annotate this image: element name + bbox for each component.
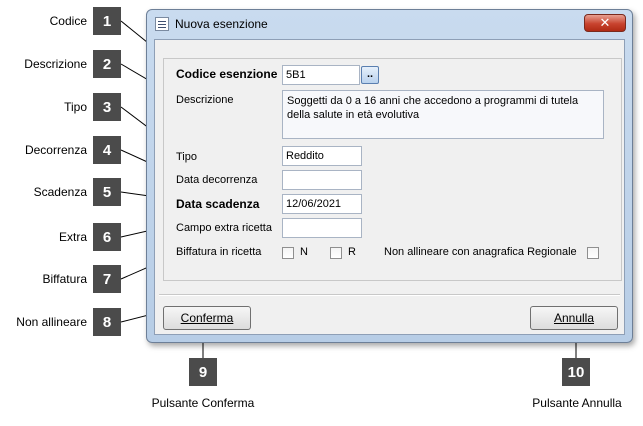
callout-label-biffatura: Biffatura xyxy=(42,272,87,286)
window-list-icon xyxy=(155,17,169,31)
callout-badge-10: 10 xyxy=(562,358,590,386)
codice-esenzione-field[interactable]: 5B1 xyxy=(282,65,360,85)
callout-label-pulsante-conferma: Pulsante Conferma xyxy=(151,396,255,410)
callout-badge-8: 8 xyxy=(93,308,121,336)
callout-label-non-allineare: Non allineare xyxy=(16,315,87,329)
biffatura-r-label: R xyxy=(348,246,356,258)
separator xyxy=(159,294,620,296)
biffatura-n-checkbox[interactable] xyxy=(282,247,294,259)
dialog-window: Nuova esenzione ✕ Codice esenzione 5B1 .… xyxy=(146,9,633,343)
biffatura-r-checkbox[interactable] xyxy=(330,247,342,259)
lookup-button[interactable]: .. xyxy=(361,66,379,84)
callout-badge-3: 3 xyxy=(93,93,121,121)
non-allineare-checkbox[interactable] xyxy=(587,247,599,259)
data-scadenza-label: Data scadenza xyxy=(176,197,260,211)
codice-esenzione-label: Codice esenzione xyxy=(176,67,278,81)
callout-badge-5: 5 xyxy=(93,178,121,206)
tipo-field[interactable]: Reddito xyxy=(282,146,362,166)
title-bar[interactable]: Nuova esenzione ✕ xyxy=(147,10,632,38)
callout-label-scadenza: Scadenza xyxy=(33,185,87,199)
callout-badge-6: 6 xyxy=(93,223,121,251)
callout-badge-1: 1 xyxy=(93,7,121,35)
biffatura-label: Biffatura in ricetta xyxy=(176,246,262,258)
descrizione-label: Descrizione xyxy=(176,94,234,106)
callout-label-pulsante-annulla: Pulsante Annulla xyxy=(532,396,622,410)
dialog-client-area: Codice esenzione 5B1 .. Descrizione Sogg… xyxy=(154,39,625,335)
tipo-label: Tipo xyxy=(176,151,197,163)
non-allineare-label: Non allineare con anagrafica Regionale xyxy=(384,246,577,258)
close-button[interactable]: ✕ xyxy=(584,14,626,32)
callout-badge-2: 2 xyxy=(93,50,121,78)
data-decorrenza-label: Data decorrenza xyxy=(176,174,258,186)
callout-label-extra: Extra xyxy=(58,230,87,244)
conferma-button[interactable]: Conferma xyxy=(163,306,251,330)
callout-badge-7: 7 xyxy=(93,265,121,293)
window-title: Nuova esenzione xyxy=(175,17,268,31)
callout-label-descrizione: Descrizione xyxy=(24,57,87,71)
data-decorrenza-field[interactable] xyxy=(282,170,362,190)
callout-badge-4: 4 xyxy=(93,136,121,164)
callout-label-tipo: Tipo xyxy=(64,100,87,114)
campo-extra-ricetta-label: Campo extra ricetta xyxy=(176,222,272,234)
callout-label-codice: Codice xyxy=(49,14,87,28)
descrizione-field[interactable]: Soggetti da 0 a 16 anni che accedono a p… xyxy=(282,90,604,139)
callout-badge-9: 9 xyxy=(189,358,217,386)
callout-label-decorrenza: Decorrenza xyxy=(24,143,87,157)
annulla-button[interactable]: Annulla xyxy=(530,306,618,330)
campo-extra-ricetta-field[interactable] xyxy=(282,218,362,238)
biffatura-n-label: N xyxy=(300,246,308,258)
data-scadenza-field[interactable]: 12/06/2021 xyxy=(282,194,362,214)
